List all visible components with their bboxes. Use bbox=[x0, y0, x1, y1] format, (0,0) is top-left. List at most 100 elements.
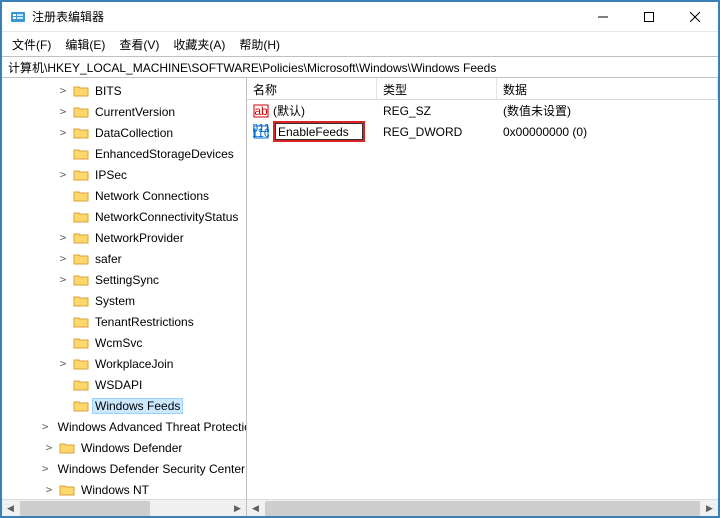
folder-icon bbox=[73, 84, 89, 98]
value-data: (数值未设置) bbox=[497, 100, 718, 121]
value-data: 0x00000000 (0) bbox=[497, 123, 718, 141]
tree-node[interactable]: >Network Connections bbox=[2, 185, 246, 206]
address-bar[interactable]: 计算机\HKEY_LOCAL_MACHINE\SOFTWARE\Policies… bbox=[2, 56, 718, 78]
tree-node-label[interactable]: CurrentVersion bbox=[92, 104, 178, 120]
folder-icon bbox=[73, 210, 89, 224]
tree-node[interactable]: > IPSec bbox=[2, 164, 246, 185]
tree-node[interactable]: > NetworkProvider bbox=[2, 227, 246, 248]
tree-node-label[interactable]: Windows NT bbox=[78, 482, 152, 498]
svg-text:110: 110 bbox=[253, 126, 269, 140]
menu-file[interactable]: 文件(F) bbox=[12, 36, 51, 53]
value-name-edit-input[interactable] bbox=[275, 123, 363, 140]
expand-toggle[interactable]: > bbox=[56, 126, 70, 139]
scroll-right-button[interactable]: ▶ bbox=[701, 500, 718, 517]
folder-icon bbox=[73, 252, 89, 266]
tree-node-label[interactable]: NetworkConnectivityStatus bbox=[92, 209, 241, 225]
folder-icon bbox=[73, 105, 89, 119]
tree-node-label[interactable]: WcmSvc bbox=[92, 335, 145, 351]
expand-toggle[interactable]: > bbox=[42, 420, 49, 433]
expand-toggle[interactable]: > bbox=[56, 105, 70, 118]
folder-icon bbox=[73, 336, 89, 350]
tree-node-label[interactable]: Windows Defender Security Center bbox=[55, 461, 246, 477]
tree-node-label[interactable]: NetworkProvider bbox=[92, 230, 187, 246]
value-type: REG_DWORD bbox=[377, 123, 497, 141]
title-bar: 注册表编辑器 bbox=[2, 2, 718, 32]
tree-node-label[interactable]: DataCollection bbox=[92, 125, 176, 141]
column-data[interactable]: 数据 bbox=[497, 78, 718, 99]
string-value-icon: ab bbox=[253, 103, 269, 119]
tree-node-label[interactable]: TenantRestrictions bbox=[92, 314, 197, 330]
tree-node[interactable]: > SettingSync bbox=[2, 269, 246, 290]
expand-toggle[interactable]: > bbox=[42, 462, 49, 475]
tree-node-label[interactable]: Windows Advanced Threat Protection bbox=[55, 419, 246, 435]
tree-horizontal-scrollbar[interactable]: ◀ ▶ bbox=[2, 499, 246, 516]
value-row-default[interactable]: ab (默认) REG_SZ (数值未设置) bbox=[247, 100, 718, 121]
tree-node[interactable]: > Windows Advanced Threat Protection bbox=[2, 416, 246, 437]
expand-toggle[interactable]: > bbox=[56, 84, 70, 97]
scroll-left-button[interactable]: ◀ bbox=[2, 500, 19, 517]
tree-node-label[interactable]: Windows Feeds bbox=[92, 398, 183, 414]
tree-node[interactable]: >System bbox=[2, 290, 246, 311]
tree-node-label[interactable]: Windows Defender bbox=[78, 440, 185, 456]
tree-pane: >BITS>CurrentVersion>DataCollection>Enha… bbox=[2, 78, 247, 516]
tree-node-label[interactable]: SettingSync bbox=[92, 272, 162, 288]
menu-favorites[interactable]: 收藏夹(A) bbox=[173, 36, 225, 53]
tree-node-label[interactable]: safer bbox=[92, 251, 125, 267]
expand-toggle[interactable]: > bbox=[56, 357, 70, 370]
folder-icon bbox=[73, 147, 89, 161]
expand-toggle[interactable]: > bbox=[56, 168, 70, 181]
tree-node-label[interactable]: EnhancedStorageDevices bbox=[92, 146, 237, 162]
maximize-button[interactable] bbox=[626, 2, 672, 32]
scroll-left-button[interactable]: ◀ bbox=[247, 500, 264, 517]
menu-edit[interactable]: 编辑(E) bbox=[65, 36, 105, 53]
scroll-thumb[interactable] bbox=[20, 501, 150, 516]
tree-node[interactable]: > BITS bbox=[2, 80, 246, 101]
tree-node[interactable]: >NetworkConnectivityStatus bbox=[2, 206, 246, 227]
tree-node[interactable]: >EnhancedStorageDevices bbox=[2, 143, 246, 164]
tree-node[interactable]: >TenantRestrictions bbox=[2, 311, 246, 332]
scroll-right-button[interactable]: ▶ bbox=[229, 500, 246, 517]
tree-node-label[interactable]: System bbox=[92, 293, 138, 309]
folder-icon bbox=[73, 231, 89, 245]
tree-node-label[interactable]: Network Connections bbox=[92, 188, 212, 204]
expand-toggle[interactable]: > bbox=[42, 441, 56, 454]
tree-node[interactable]: > Windows NT bbox=[2, 479, 246, 499]
menu-help[interactable]: 帮助(H) bbox=[239, 36, 280, 53]
folder-icon bbox=[73, 294, 89, 308]
expand-toggle[interactable]: > bbox=[56, 252, 70, 265]
registry-tree[interactable]: >BITS>CurrentVersion>DataCollection>Enha… bbox=[2, 78, 246, 499]
svg-text:ab: ab bbox=[254, 104, 268, 118]
tree-node-label[interactable]: WSDAPI bbox=[92, 377, 145, 393]
tree-node-label[interactable]: WorkplaceJoin bbox=[92, 356, 176, 372]
values-horizontal-scrollbar[interactable]: ◀ ▶ bbox=[247, 499, 718, 516]
tree-node[interactable]: > safer bbox=[2, 248, 246, 269]
value-type: REG_SZ bbox=[377, 102, 497, 120]
expand-toggle[interactable]: > bbox=[56, 231, 70, 244]
tree-node[interactable]: > Windows Defender Security Center bbox=[2, 458, 246, 479]
tree-node-label[interactable]: IPSec bbox=[92, 167, 130, 183]
folder-icon bbox=[59, 483, 75, 497]
tree-node-label[interactable]: BITS bbox=[92, 83, 125, 99]
tree-node[interactable]: > CurrentVersion bbox=[2, 101, 246, 122]
folder-icon bbox=[73, 378, 89, 392]
close-button[interactable] bbox=[672, 2, 718, 32]
column-name[interactable]: 名称 bbox=[247, 78, 377, 99]
folder-icon bbox=[59, 441, 75, 455]
folder-icon bbox=[73, 126, 89, 140]
folder-icon bbox=[73, 273, 89, 287]
tree-node[interactable]: >WSDAPI bbox=[2, 374, 246, 395]
menu-bar: 文件(F) 编辑(E) 查看(V) 收藏夹(A) 帮助(H) bbox=[2, 32, 718, 56]
value-name: (默认) bbox=[273, 102, 305, 119]
column-type[interactable]: 类型 bbox=[377, 78, 497, 99]
expand-toggle[interactable]: > bbox=[56, 273, 70, 286]
value-row-enablefeeds[interactable]: 011110 REG_DWORD 0x00000000 (0) bbox=[247, 121, 718, 142]
tree-node[interactable]: > WorkplaceJoin bbox=[2, 353, 246, 374]
minimize-button[interactable] bbox=[580, 2, 626, 32]
tree-node[interactable]: >WcmSvc bbox=[2, 332, 246, 353]
tree-node[interactable]: > DataCollection bbox=[2, 122, 246, 143]
expand-toggle[interactable]: > bbox=[42, 483, 56, 496]
tree-node[interactable]: >Windows Feeds bbox=[2, 395, 246, 416]
menu-view[interactable]: 查看(V) bbox=[119, 36, 159, 53]
scroll-thumb[interactable] bbox=[265, 501, 700, 516]
tree-node[interactable]: > Windows Defender bbox=[2, 437, 246, 458]
